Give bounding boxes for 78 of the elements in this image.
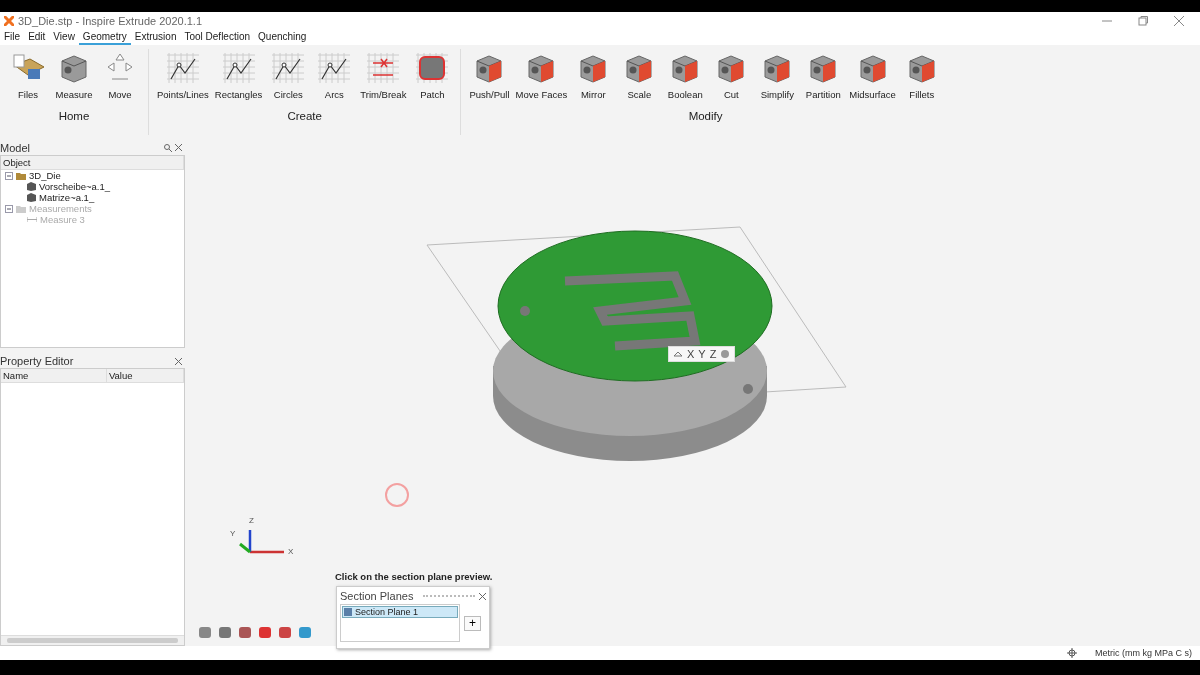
collapse-toggle-icon[interactable]	[5, 171, 13, 180]
ribbon-tool-button[interactable]: Midsurface	[847, 49, 898, 102]
menu-tab[interactable]: Quenching	[254, 30, 311, 45]
tree-item-label[interactable]: Matrize~a.1_	[39, 192, 95, 203]
view-tool-icon[interactable]	[237, 624, 253, 640]
view-tool-icon[interactable]	[217, 624, 233, 640]
column-header: Name	[1, 369, 107, 382]
tree-item-label[interactable]: 3D_Die	[29, 170, 61, 181]
ribbon-tool-button[interactable]: Files	[6, 49, 50, 102]
menu-tab[interactable]: Extrusion	[130, 30, 181, 45]
menu-tab[interactable]: Tool Deflection	[180, 30, 255, 45]
ribbon-tool-button[interactable]: Boolean	[663, 49, 708, 102]
restore-icon[interactable]	[1138, 16, 1148, 26]
sketch-grid-icon	[220, 51, 257, 85]
folder-icon	[16, 204, 26, 213]
window-title: 3D_Die.stp - Inspire Extrude 2020.1.1	[18, 15, 203, 27]
unit-system[interactable]: Metric (mm kg MPa C s)	[1095, 648, 1192, 658]
plane-icon[interactable]	[673, 349, 683, 359]
axis-label: Z	[249, 516, 254, 525]
ribbon-tool-button[interactable]: Fillets	[899, 49, 944, 102]
close-icon[interactable]	[175, 357, 182, 365]
sketch-grid-icon	[164, 51, 201, 85]
ribbon-group-label: Home	[58, 110, 90, 122]
reset-icon[interactable]	[720, 349, 731, 359]
ribbon-tool-button[interactable]: Measure	[52, 49, 96, 102]
sketch-grid-icon	[414, 51, 451, 85]
ribbon-group-label: Modify	[688, 110, 723, 122]
add-button[interactable]: +	[464, 615, 481, 631]
measure-icon	[27, 217, 37, 222]
search-icon[interactable]	[164, 144, 172, 152]
ribbon-tool-button[interactable]: Patch	[410, 49, 455, 102]
tree-item-label[interactable]: Vorscheibe~a.1_	[39, 181, 111, 192]
view-tool-icon[interactable]	[197, 624, 213, 640]
ribbon-group-label: Create	[287, 110, 322, 122]
ribbon-tool-button[interactable]: Simplify	[755, 49, 800, 102]
ribbon-tool-button[interactable]: Scale	[617, 49, 662, 102]
ribbon-tool-button[interactable]: Rectangles	[212, 49, 265, 102]
ribbon-tool-button[interactable]: Push/Pull	[467, 49, 512, 102]
sketch-grid-icon	[365, 51, 402, 85]
close-icon[interactable]	[479, 592, 486, 600]
ribbon-tool-button[interactable]: Mirror	[571, 49, 616, 102]
ribbon-tool-button[interactable]: Arcs	[312, 49, 357, 102]
close-icon[interactable]	[1174, 16, 1184, 26]
ribbon-tool-button[interactable]: Trim/Break	[358, 49, 409, 102]
menu-tab[interactable]: File	[0, 30, 25, 45]
target-icon[interactable]	[1067, 648, 1077, 658]
axis-button[interactable]: X	[687, 348, 695, 360]
menu-tab[interactable]: Edit	[24, 30, 50, 45]
panel-title: Property Editor	[0, 355, 74, 367]
ribbon-tool-button[interactable]: Move Faces	[513, 49, 570, 102]
app-logo-icon	[4, 16, 14, 26]
column-header: Value	[106, 369, 184, 382]
section-plane-icon	[343, 607, 353, 617]
sketch-grid-icon	[316, 51, 353, 85]
ribbon-tool-button[interactable]: Points/Lines	[155, 49, 211, 102]
cursor-ring-icon	[384, 482, 410, 508]
3d-viewport[interactable]: X Y Z Z Y X Click on the section plane preview. Section Planes Section Plane 1 +	[185, 141, 1200, 646]
panel-title: Model	[0, 142, 30, 154]
axis-label: Y	[230, 529, 236, 538]
ribbon-tool-button[interactable]: Circles	[266, 49, 311, 102]
axis-button[interactable]: Y	[698, 348, 706, 360]
axis-button[interactable]: Z	[709, 348, 717, 360]
ribbon-tool-button[interactable]: Move	[98, 49, 142, 102]
menu-tab[interactable]: View	[49, 30, 79, 45]
hint-text: Click on the section plane preview.	[335, 571, 493, 582]
view-tool-icon[interactable]	[277, 624, 293, 640]
view-tool-icon[interactable]	[257, 624, 273, 640]
ribbon-tool-button[interactable]: Cut	[709, 49, 754, 102]
scrollbar-thumb[interactable]	[7, 638, 178, 643]
sketch-grid-icon	[270, 51, 307, 85]
ribbon-tool-button[interactable]: Partition	[801, 49, 846, 102]
axis-label: X	[288, 547, 294, 556]
view-tool-icon[interactable]	[297, 624, 313, 640]
menu-tab[interactable]: Geometry	[78, 30, 131, 45]
close-icon[interactable]	[175, 144, 182, 151]
column-header: Object	[1, 156, 184, 169]
section-plane-item[interactable]: Section Plane 1	[342, 606, 458, 618]
dialog-title: Section Planes	[340, 590, 414, 602]
